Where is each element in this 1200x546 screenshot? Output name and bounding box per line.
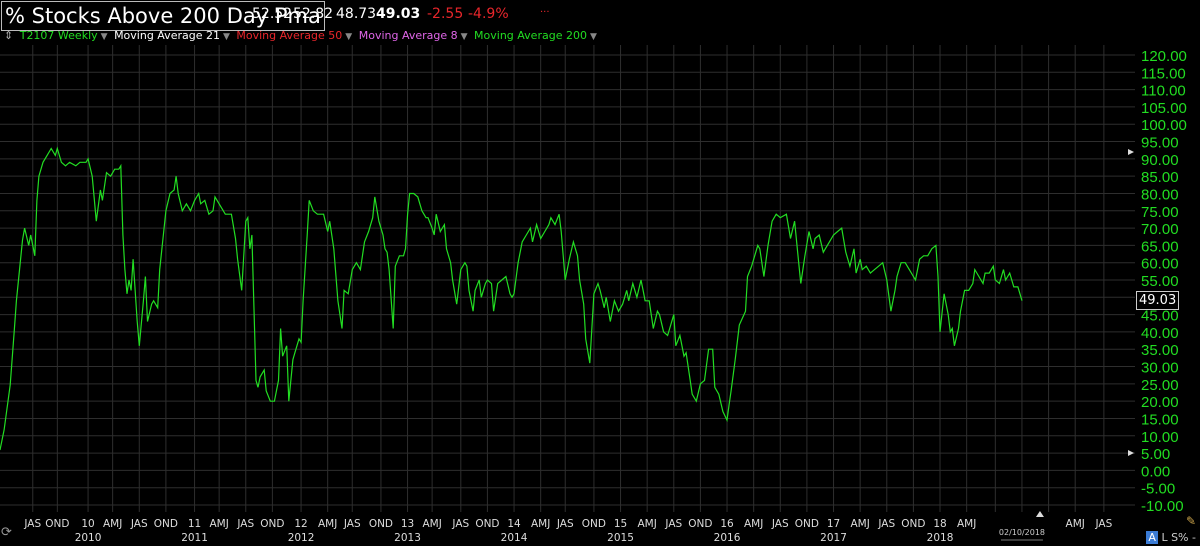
- refresh-icon[interactable]: ⟳: [1, 525, 12, 540]
- x-year-label: 2015: [607, 532, 634, 544]
- x-tick-label: OND: [582, 518, 606, 530]
- y-tick-label: 30.00: [1141, 360, 1179, 377]
- x-tick-label: OND: [45, 518, 69, 530]
- x-tick-label: JAS: [771, 518, 789, 530]
- y-tick-label: 115.00: [1141, 65, 1186, 82]
- x-tick-label: 11: [188, 518, 201, 530]
- x-tick-label: JAS: [23, 518, 41, 530]
- y-tick-label: 25.00: [1141, 377, 1179, 394]
- x-tick-label: 15: [614, 518, 627, 530]
- scale-options: A L S% -: [1146, 531, 1196, 544]
- x-tick-label: OND: [475, 518, 499, 530]
- x-tick-label: 17: [827, 518, 840, 530]
- x-tick-label: JAS: [664, 518, 682, 530]
- y-tick-label: 10.00: [1141, 429, 1179, 446]
- y-tick-label: -10.00: [1141, 498, 1184, 515]
- last-value-label: 49.03: [1136, 291, 1180, 310]
- y-tick-label: 75.00: [1141, 204, 1179, 221]
- x-tick-label: JAS: [1094, 518, 1112, 530]
- x-year-label: 2010: [75, 532, 102, 544]
- y-tick-label: 55.00: [1141, 273, 1179, 290]
- x-tick-label: 10: [81, 518, 94, 530]
- x-tick-label: AMJ: [957, 518, 976, 530]
- x-tick-label: 16: [720, 518, 734, 530]
- y-tick-label: 65.00: [1141, 238, 1179, 255]
- y-tick-label: 60.00: [1141, 256, 1179, 273]
- log-scale-button[interactable]: L: [1161, 531, 1167, 544]
- scale-menu-button[interactable]: -: [1192, 531, 1196, 544]
- x-tick-label: AMJ: [422, 518, 441, 530]
- x-tick-label: JAS: [451, 518, 469, 530]
- y-tick-label: 15.00: [1141, 411, 1179, 428]
- y-tick-label: 45.00: [1141, 308, 1179, 325]
- x-tick-label: OND: [688, 518, 712, 530]
- y-tick-label: 85.00: [1141, 169, 1179, 186]
- y-tick-label: 0.00: [1141, 463, 1170, 480]
- x-tick-label: JAS: [343, 518, 361, 530]
- y-tick-label: 100.00: [1141, 117, 1187, 134]
- x-tick-label: OND: [369, 518, 393, 530]
- x-tick-label: JAS: [236, 518, 254, 530]
- x-tick-label: OND: [260, 518, 284, 530]
- y-tick-label: 90.00: [1141, 152, 1179, 169]
- auto-scale-button[interactable]: A: [1146, 531, 1158, 544]
- x-tick-label: OND: [795, 518, 819, 530]
- y-tick-label: 40.00: [1141, 325, 1179, 342]
- x-tick-label: 14: [507, 518, 521, 530]
- y-tick-label: 110.00: [1141, 83, 1186, 100]
- x-tick-label: AMJ: [318, 518, 337, 530]
- x-tick-label: OND: [154, 518, 178, 530]
- x-tick-label: JAS: [877, 518, 895, 530]
- x-tick-label: OND: [901, 518, 925, 530]
- y-tick-label: 120.00: [1141, 48, 1187, 65]
- x-tick-label: 18: [933, 518, 946, 530]
- low-marker-icon: [1128, 450, 1134, 456]
- x-tick-label: JAS: [130, 518, 148, 530]
- x-tick-label: 12: [294, 518, 307, 530]
- x-tick-label: AMJ: [1066, 518, 1085, 530]
- x-tick-label: AMJ: [103, 518, 122, 530]
- pencil-icon[interactable]: ✎: [1186, 514, 1196, 528]
- x-tick-label: AMJ: [850, 518, 869, 530]
- scroll-marker-icon: [1035, 511, 1044, 517]
- y-tick-label: 20.00: [1141, 394, 1179, 411]
- chart-area[interactable]: 120.00115.00110.00105.00100.0095.0090.00…: [0, 0, 1200, 546]
- x-year-label: 2014: [501, 532, 528, 544]
- percent-scale-button[interactable]: S%: [1171, 531, 1188, 544]
- y-tick-label: 35.00: [1141, 342, 1179, 359]
- x-tick-label: AMJ: [531, 518, 550, 530]
- x-year-label: 2018: [927, 532, 954, 544]
- y-tick-label: 80.00: [1141, 186, 1179, 203]
- x-year-label: 2013: [394, 532, 421, 544]
- x-tick-label: 13: [401, 518, 414, 530]
- x-tick-label: AMJ: [744, 518, 763, 530]
- y-tick-label: 105.00: [1141, 100, 1187, 117]
- x-tick-label: AMJ: [637, 518, 656, 530]
- y-tick-label: 95.00: [1141, 135, 1179, 152]
- y-tick-label: 5.00: [1141, 446, 1170, 463]
- y-tick-label: -5.00: [1141, 481, 1175, 498]
- high-marker-icon: [1128, 149, 1134, 155]
- x-year-label: 2011: [181, 532, 208, 544]
- x-year-label: 2012: [288, 532, 315, 544]
- x-year-label: 2017: [820, 532, 847, 544]
- x-year-label: 2016: [714, 532, 741, 544]
- x-tick-label: JAS: [556, 518, 574, 530]
- x-tick-label: AMJ: [209, 518, 228, 530]
- cursor-date-label: 02/10/2018: [999, 528, 1045, 537]
- y-tick-label: 70.00: [1141, 221, 1179, 238]
